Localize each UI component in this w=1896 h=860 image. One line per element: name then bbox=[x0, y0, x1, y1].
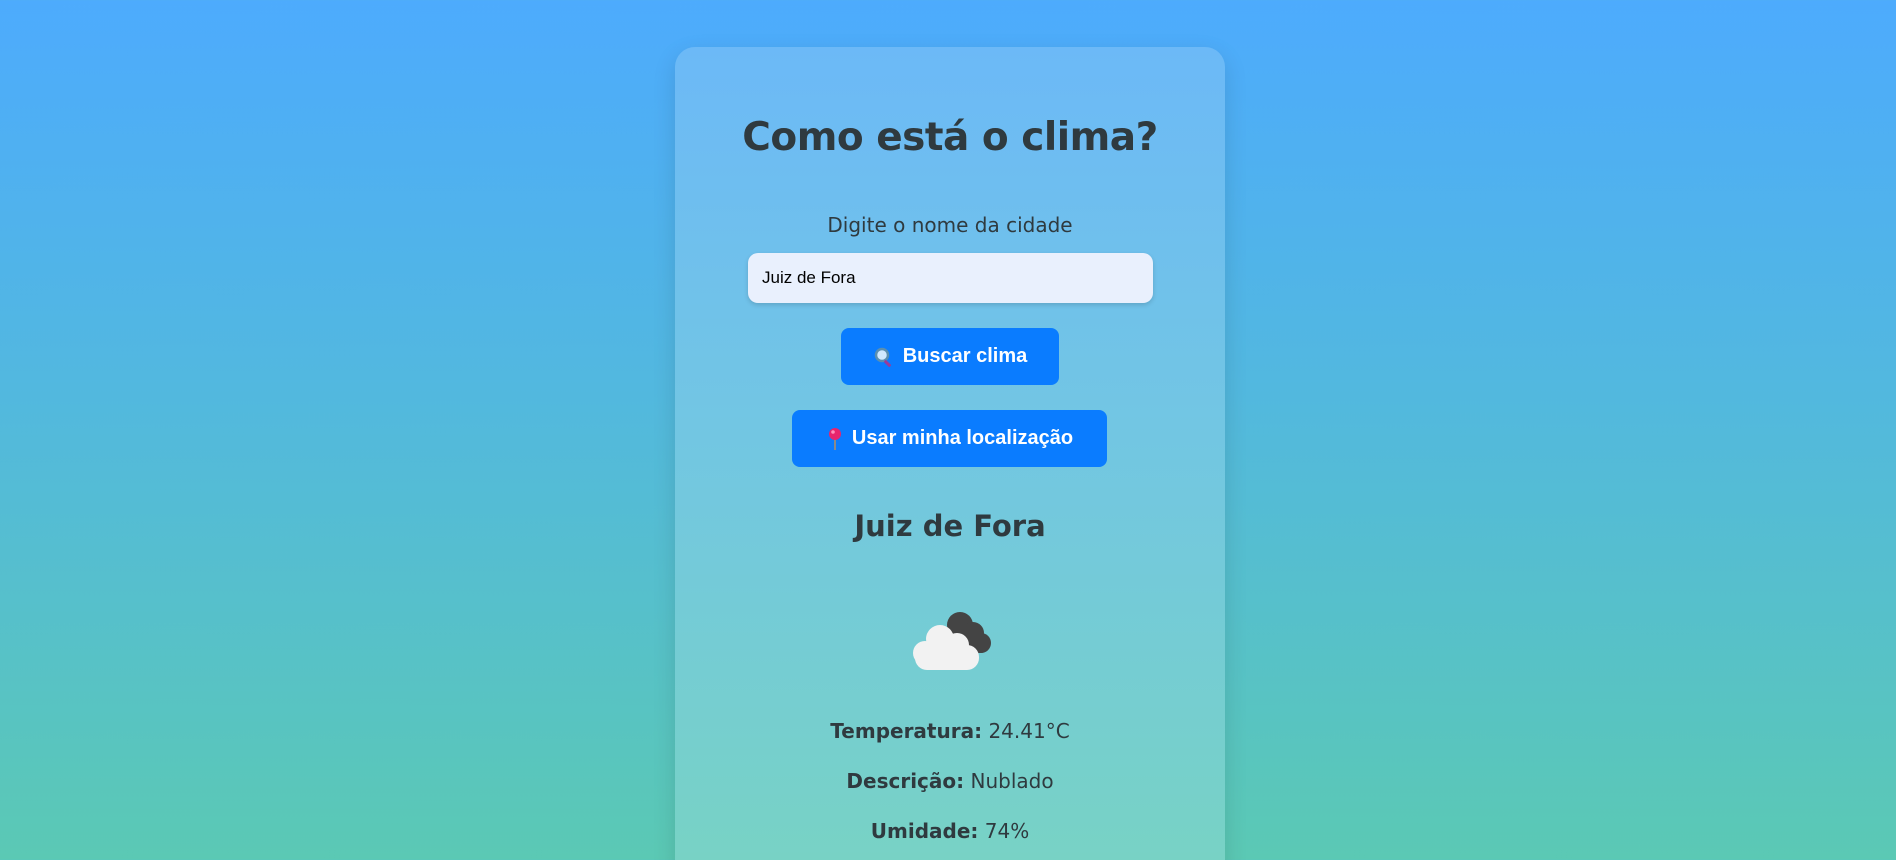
temperature-row: Temperatura: 24.41°C bbox=[675, 719, 1225, 743]
city-search-input[interactable] bbox=[748, 253, 1153, 303]
humidity-row: Umidade: 74% bbox=[675, 819, 1225, 843]
humidity-label: Umidade: bbox=[870, 819, 979, 843]
magnifier-icon bbox=[873, 346, 895, 368]
page-title: Como está o clima? bbox=[742, 115, 1158, 160]
description-row: Descrição: Nublado bbox=[675, 769, 1225, 793]
use-location-button-label: Usar minha localização bbox=[851, 427, 1074, 449]
description-value: Nublado bbox=[970, 769, 1054, 793]
search-weather-button[interactable]: Buscar clima bbox=[841, 328, 1059, 385]
clouds-icon bbox=[905, 605, 997, 671]
use-location-button[interactable]: Usar minha localização bbox=[792, 410, 1107, 467]
city-name: Juiz de Fora bbox=[854, 509, 1046, 543]
temperature-value: 24.41°C bbox=[988, 719, 1070, 743]
description-label: Descrição: bbox=[846, 769, 965, 793]
city-input-label: Digite o nome da cidade bbox=[827, 213, 1073, 237]
humidity-value: 74% bbox=[984, 819, 1030, 843]
temperature-label: Temperatura: bbox=[830, 719, 983, 743]
weather-card: Como está o clima? Digite o nome da cida… bbox=[675, 47, 1225, 860]
pin-icon bbox=[826, 427, 844, 451]
search-weather-button-label: Buscar clima bbox=[902, 345, 1028, 367]
